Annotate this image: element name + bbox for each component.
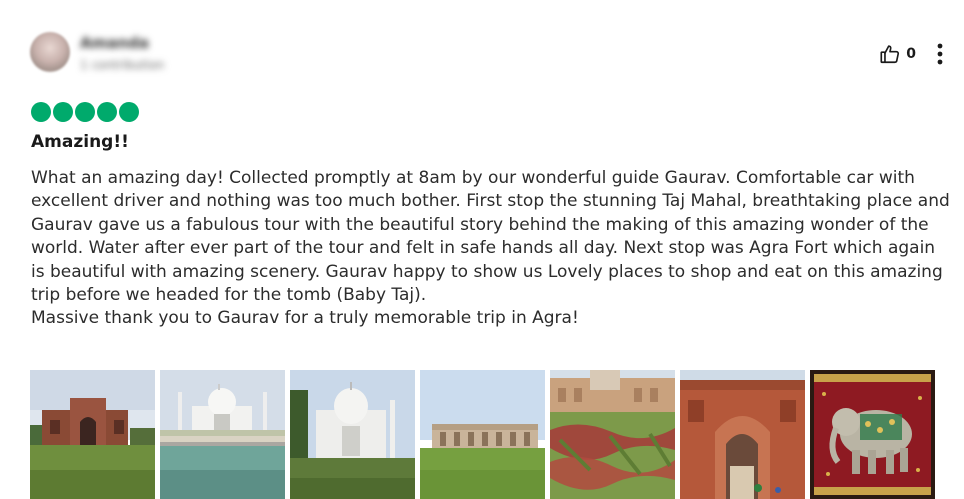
author-name[interactable]: Amanda [80,34,164,52]
more-vertical-icon[interactable] [930,42,950,66]
rating-bubble-icon [53,102,73,122]
review-photos [30,370,940,499]
rating-bubble-icon [31,102,51,122]
helpful-count: 0 [906,46,916,62]
review-photo[interactable] [810,370,935,499]
author-meta: 1 contribution [80,58,165,72]
thumbs-up-icon [879,43,901,65]
review-body: What an amazing day! Collected promptly … [31,168,950,329]
review-title: Amazing!! [31,132,129,152]
review-photo[interactable] [290,370,415,499]
rating-bubble-icon [97,102,117,122]
review-photo[interactable] [680,370,805,499]
review-photo[interactable] [550,370,675,499]
rating-bubbles [31,102,141,122]
review-photo[interactable] [30,370,155,499]
review-header: Amanda 1 contribution 0 [30,32,950,76]
author-info: Amanda 1 contribution [80,34,164,72]
review-actions: 0 [879,42,950,66]
helpful-vote-button[interactable]: 0 [879,43,916,65]
author-avatar[interactable] [30,32,70,72]
rating-bubble-icon [75,102,95,122]
rating-bubble-icon [119,102,139,122]
review-photo[interactable] [160,370,285,499]
review-photo[interactable] [420,370,545,499]
